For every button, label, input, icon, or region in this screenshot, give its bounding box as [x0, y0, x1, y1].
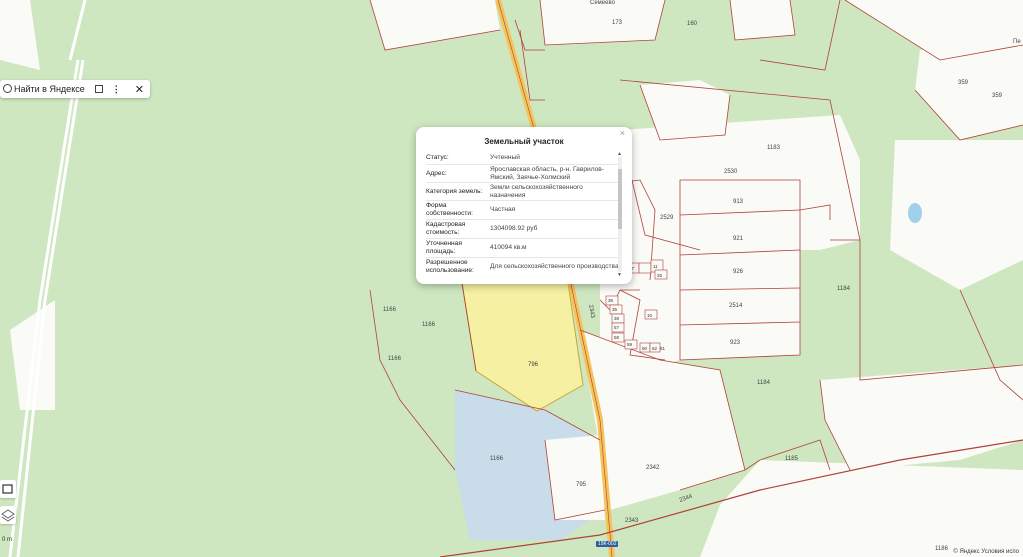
property-value: 410094 кв.м	[490, 244, 527, 252]
field-area	[540, 0, 665, 45]
parcel-label: 1184	[757, 380, 771, 386]
parcel-label: 795	[576, 482, 587, 488]
road-number-label: 19К-002	[596, 541, 619, 547]
parcel-number: 59	[627, 342, 633, 347]
property-row: Адрес: Ярославская область, р-н. Гаврило…	[426, 165, 620, 183]
parcel-number: 38	[614, 316, 620, 321]
parcel-number: 10	[647, 313, 653, 318]
property-value: Частная	[490, 206, 516, 214]
parcel-label: 2342	[646, 465, 660, 471]
popup-title: Земельный участок	[484, 137, 564, 146]
parcel-label: 1183	[767, 145, 781, 151]
map-toolbar: Найти в Яндексе ⋮ ✕	[0, 80, 150, 98]
parcel-label: 921	[733, 236, 744, 242]
ruler-button[interactable]	[0, 480, 16, 498]
pond	[908, 203, 922, 223]
property-label: Уточненная площадь:	[426, 240, 462, 255]
parcel-label: 359	[958, 80, 969, 86]
parcel-label: 2529	[660, 215, 674, 221]
popup-scrollbar[interactable]: ▲ ▼	[617, 151, 622, 278]
place-label: Пе	[1013, 39, 1021, 45]
property-label: Статус:	[426, 153, 449, 161]
parcel-label: 1184	[837, 286, 851, 292]
find-in-yandex-label: Найти в Яндексе	[14, 84, 85, 94]
property-label: Адрес:	[426, 169, 447, 177]
field-area	[700, 460, 1023, 557]
property-label: Кадастровая стоимость:	[426, 221, 466, 236]
scroll-down-icon[interactable]: ▼	[617, 272, 622, 278]
field-area	[545, 435, 605, 520]
parcel-label: 160	[687, 21, 698, 27]
parcel-label: 2343	[625, 518, 639, 524]
property-value: Ярославская область, р-н. Гаврилов-Ямски…	[490, 166, 604, 181]
parcel-number: 57	[614, 325, 620, 330]
scroll-up-icon[interactable]: ▲	[617, 151, 622, 157]
property-value: Учтенный	[490, 153, 520, 161]
parcel-label: 359	[992, 93, 1003, 99]
parcel-label: 1166	[422, 322, 436, 328]
property-row: Кадастровая стоимость: 1304098.92 руб	[426, 220, 620, 239]
close-toolbar-icon[interactable]: ✕	[135, 83, 144, 96]
property-row: Форма собственности: Частная	[426, 201, 620, 220]
village-label: Семеево	[590, 0, 616, 6]
field-area	[730, 0, 795, 40]
parcel-label: 913	[733, 199, 744, 205]
parcel-label: 796	[528, 362, 539, 368]
parcel-number: 36	[608, 298, 614, 303]
parcel-label: 1166	[490, 456, 504, 462]
parcel-label: 1185	[785, 456, 799, 462]
scale-bar: 0 m	[2, 537, 13, 543]
parcel-label: 1186	[935, 546, 949, 552]
parcel-number: 58	[614, 335, 620, 340]
parcel-number: 60	[642, 346, 648, 351]
parcel-number: 61	[660, 346, 666, 351]
parcel-number: 25	[657, 273, 663, 278]
parcel-label: 2530	[724, 169, 738, 175]
property-value: Земли сельскохозяйственного назначения	[490, 184, 583, 199]
parcel-label: 926	[733, 269, 744, 275]
property-row: Статус: Учтенный	[426, 151, 620, 165]
property-label: Форма собственности:	[426, 202, 473, 217]
property-label: Разрешенное использование:	[426, 259, 474, 274]
land-plot-info-popup: × Земельный участок Статус: Учтенный Адр…	[416, 127, 632, 284]
property-label: Категория земель:	[426, 187, 483, 195]
find-in-yandex-button[interactable]: Найти в Яндексе	[0, 84, 93, 94]
layers-button[interactable]	[0, 506, 16, 524]
parcel-number: 62	[652, 346, 658, 351]
popup-property-list: Статус: Учтенный Адрес: Ярославская обла…	[426, 151, 620, 275]
property-row: Разрешенное использование: Для сельскохо…	[426, 258, 620, 275]
property-value: Для сельскохозяйственного производства	[490, 263, 619, 271]
parcel-label: 173	[612, 20, 623, 26]
property-row: Уточненная площадь: 410094 кв.м	[426, 239, 620, 258]
copyright-notice[interactable]: © Яндекс Условия испо	[951, 549, 1021, 555]
property-row: Категория земель: Земли сельскохозяйстве…	[426, 183, 620, 201]
parcel-number: 11	[653, 264, 658, 269]
yandex-search-icon	[3, 84, 12, 93]
parcel-label: 2514	[729, 303, 743, 309]
parcel-label: 1166	[388, 356, 402, 362]
parcel-number: 35	[612, 307, 618, 312]
more-options-icon[interactable]: ⋮	[112, 84, 121, 95]
property-value: 1304098.92 руб	[490, 225, 538, 233]
ruler-icon	[2, 484, 13, 494]
parcel-label: 923	[730, 340, 741, 346]
parcel-label: 1166	[383, 307, 397, 313]
copy-icon[interactable]	[94, 85, 103, 93]
layers-icon	[1, 509, 15, 522]
scrollbar-thumb[interactable]	[618, 169, 622, 229]
